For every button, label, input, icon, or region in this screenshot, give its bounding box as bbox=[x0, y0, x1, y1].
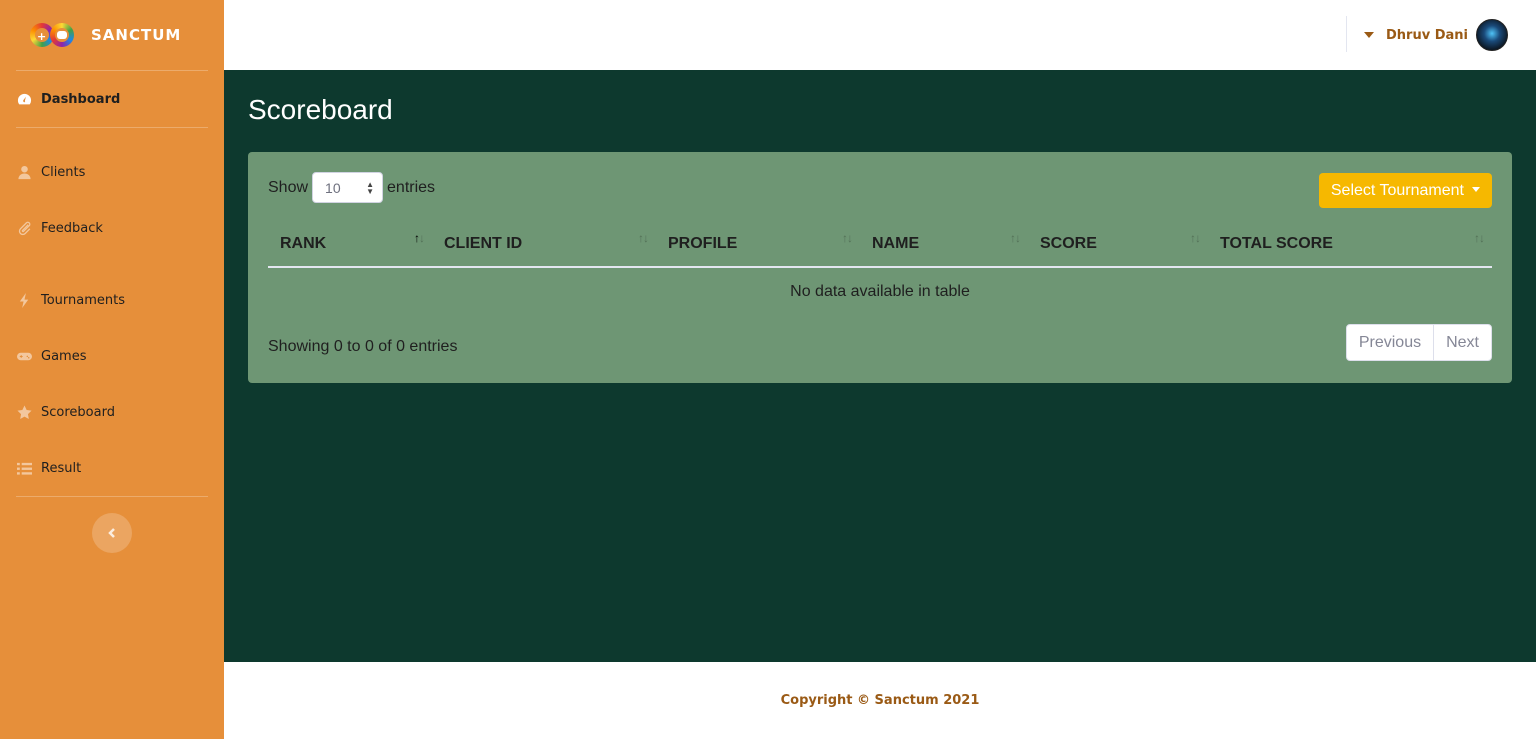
sidebar-item-tournaments[interactable]: Tournaments bbox=[0, 272, 224, 328]
entries-label: entries bbox=[387, 178, 436, 196]
user-name: Dhruv Dani bbox=[1386, 27, 1468, 43]
sidebar-item-result[interactable]: Result bbox=[0, 440, 224, 496]
star-icon bbox=[16, 404, 32, 420]
sidebar-item-scoreboard[interactable]: Scoreboard bbox=[0, 384, 224, 440]
page-title: Scoreboard bbox=[248, 94, 393, 125]
sidebar-item-clients[interactable]: Clients bbox=[0, 144, 224, 200]
sort-icon: ↑↓ bbox=[1190, 231, 1201, 245]
column-header-rank[interactable]: RANK ↑↓ bbox=[268, 222, 432, 268]
column-header-score[interactable]: SCORE ↑↓ bbox=[1028, 222, 1208, 268]
tachometer-icon bbox=[16, 91, 32, 107]
sidebar-item-label: Result bbox=[41, 460, 82, 476]
sort-asc-icon: ↑↓ bbox=[414, 231, 425, 245]
sidebar-item-label: Games bbox=[41, 348, 87, 364]
table-info: Showing 0 to 0 of 0 entries bbox=[268, 338, 458, 355]
select-tournament-label: Select Tournament bbox=[1330, 181, 1464, 199]
chevron-left-icon bbox=[108, 528, 115, 538]
entries-length-control: Show 10 ▲ ▼ entries bbox=[268, 172, 435, 203]
caret-down-icon bbox=[1472, 186, 1480, 192]
sanctum-logo-icon: + bbox=[30, 21, 78, 49]
user-menu[interactable]: Dhruv Dani bbox=[1364, 18, 1508, 52]
caret-down-icon bbox=[1364, 32, 1374, 38]
sidebar-divider bbox=[16, 496, 208, 497]
column-header-total-score[interactable]: TOTAL SCORE ↑↓ bbox=[1208, 222, 1492, 268]
column-header-name[interactable]: NAME ↑↓ bbox=[860, 222, 1028, 268]
sidebar-item-label: Tournaments bbox=[41, 292, 126, 308]
user-icon bbox=[16, 164, 32, 180]
main-content: Scoreboard Show 10 ▲ ▼ entries Select Tou… bbox=[224, 70, 1536, 662]
avatar bbox=[1476, 19, 1508, 51]
column-header-client-id[interactable]: CLIENT ID ↑↓ bbox=[432, 222, 656, 268]
list-icon bbox=[16, 460, 32, 476]
sort-icon: ↑↓ bbox=[842, 231, 853, 245]
previous-page-button[interactable]: Previous bbox=[1347, 325, 1433, 360]
sidebar-item-label: Dashboard bbox=[41, 91, 121, 107]
sort-icon: ↑↓ bbox=[1474, 231, 1485, 245]
entries-select-value: 10 bbox=[325, 179, 341, 196]
pagination: Previous Next bbox=[1345, 324, 1492, 361]
sidebar-item-label: Clients bbox=[41, 164, 86, 180]
sidebar: + SANCTUM Dashboard Clients Feedback Tou… bbox=[0, 0, 224, 739]
column-header-profile[interactable]: PROFILE ↑↓ bbox=[656, 222, 860, 268]
next-page-button[interactable]: Next bbox=[1433, 325, 1491, 360]
select-arrows-icon: ▲ ▼ bbox=[366, 179, 375, 196]
entries-select[interactable]: 10 ▲ ▼ bbox=[312, 172, 384, 203]
footer: Copyright © Sanctum 2021 bbox=[224, 662, 1536, 739]
sidebar-item-label: Scoreboard bbox=[41, 404, 115, 420]
bolt-icon bbox=[16, 292, 32, 308]
paperclip-icon bbox=[16, 220, 32, 236]
table-row: No data available in table bbox=[268, 267, 1492, 315]
select-tournament-button[interactable]: Select Tournament bbox=[1318, 173, 1492, 208]
brand-name: SANCTUM bbox=[91, 26, 182, 44]
sidebar-item-feedback[interactable]: Feedback bbox=[0, 200, 224, 256]
sidebar-item-games[interactable]: Games bbox=[0, 328, 224, 384]
scoreboard-card: Show 10 ▲ ▼ entries Select Tournament RAN… bbox=[248, 152, 1512, 383]
gamepad-icon bbox=[16, 348, 32, 364]
copyright-text: Copyright © Sanctum 2021 bbox=[780, 693, 980, 708]
brand[interactable]: + SANCTUM bbox=[0, 0, 224, 70]
topbar: Dhruv Dani bbox=[224, 0, 1536, 70]
sort-icon: ↑↓ bbox=[638, 231, 649, 245]
sort-icon: ↑↓ bbox=[1010, 231, 1021, 245]
sidebar-toggle-button[interactable] bbox=[92, 513, 132, 553]
sidebar-item-dashboard[interactable]: Dashboard bbox=[0, 71, 224, 127]
topbar-divider bbox=[1346, 16, 1347, 52]
scoreboard-table: RANK ↑↓ CLIENT ID ↑↓ PROFILE ↑↓ NAME ↑↓ bbox=[268, 222, 1492, 315]
show-label: Show bbox=[268, 178, 309, 196]
sidebar-item-label: Feedback bbox=[41, 220, 103, 236]
empty-table-message: No data available in table bbox=[790, 282, 970, 300]
